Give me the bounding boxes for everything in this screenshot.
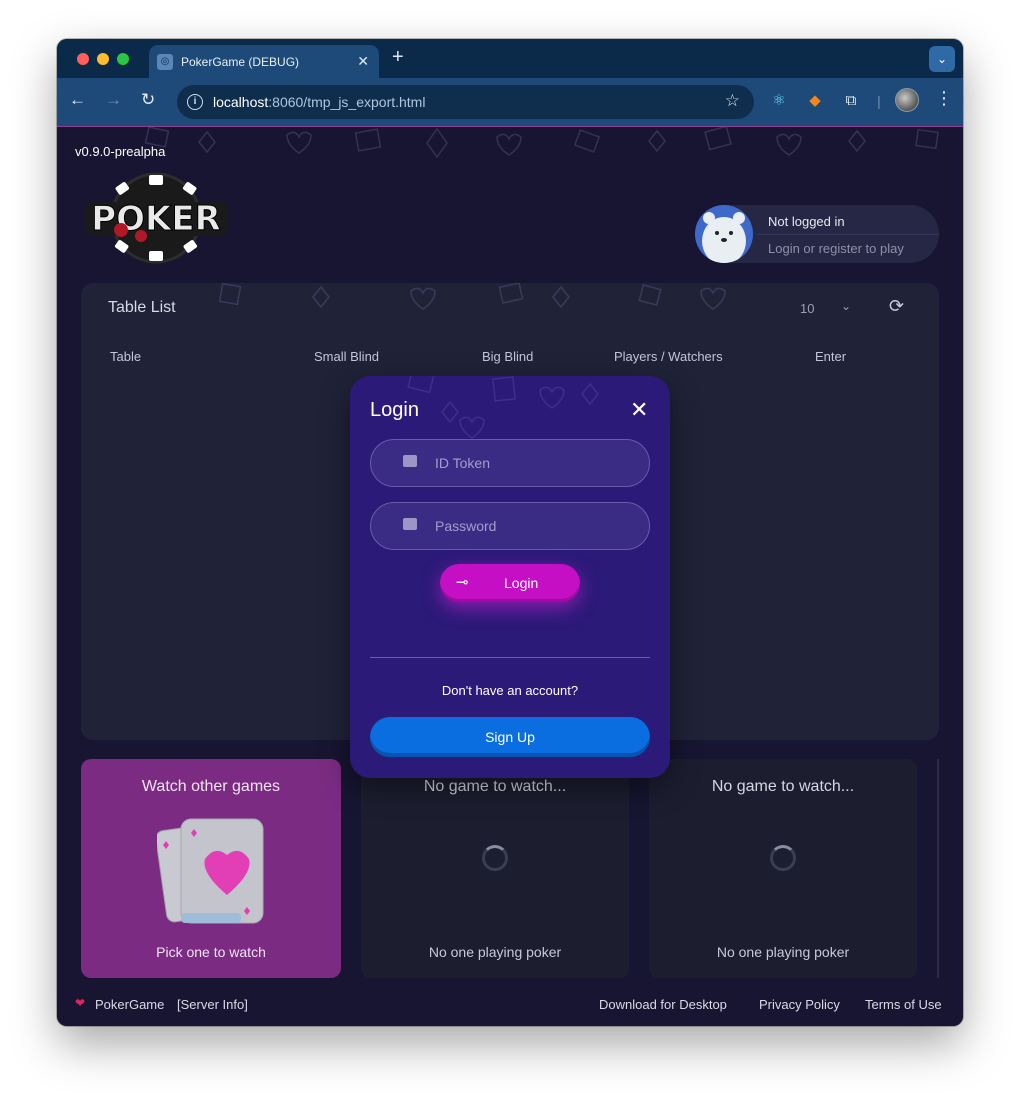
react-devtools-icon[interactable]: ⚛ xyxy=(769,91,789,111)
reload-icon[interactable]: ↻ xyxy=(141,90,155,110)
sign-up-button[interactable]: Sign Up xyxy=(370,717,650,757)
watch-slot-2[interactable]: No game to watch... No one playing poker xyxy=(649,759,917,978)
browser-menu-icon[interactable]: ⋮ xyxy=(935,88,953,109)
login-title: Login xyxy=(370,399,419,421)
envelope-icon xyxy=(403,455,417,467)
minimize-window-button[interactable] xyxy=(97,53,109,65)
terms-of-use-link[interactable]: Terms of Use xyxy=(865,997,942,1012)
loading-spinner-icon xyxy=(770,845,796,871)
tab-search-chevron-icon[interactable]: ⌄ xyxy=(929,46,955,72)
playing-cards-heart-icon xyxy=(157,818,264,924)
id-token-field[interactable] xyxy=(370,439,650,487)
back-arrow-icon[interactable]: ← xyxy=(69,90,86,110)
bookmark-star-icon[interactable]: ☆ xyxy=(725,91,740,111)
svg-text:POKER: POKER xyxy=(91,199,221,239)
watch-games-card[interactable]: Watch other games Pick one to watch xyxy=(81,759,341,978)
heart-icon: ❤ xyxy=(75,996,86,1010)
toolbar-separator: | xyxy=(877,93,881,109)
page-size-select[interactable]: 10 xyxy=(800,301,814,316)
login-hint-text[interactable]: Login or register to play xyxy=(768,241,904,256)
tab-title: PokerGame (DEBUG) xyxy=(181,55,300,69)
close-window-button[interactable] xyxy=(77,53,89,65)
chevron-down-icon[interactable]: ⌄ xyxy=(841,299,851,313)
close-icon[interactable]: ✕ xyxy=(630,398,648,422)
address-bar[interactable]: i localhost:8060/tmp_js_export.html ☆ xyxy=(177,85,754,119)
app-version: v0.9.0-prealpha xyxy=(75,144,166,159)
sign-up-label: Sign Up xyxy=(485,729,535,745)
url-text: localhost:8060/tmp_js_export.html xyxy=(213,94,426,110)
loading-spinner-icon xyxy=(482,845,508,871)
column-header-players-watchers: Players / Watchers xyxy=(614,349,723,364)
login-modal: Login ✕ ⊸ Login Don't have an account? S… xyxy=(350,376,670,778)
password-input[interactable] xyxy=(435,503,635,549)
login-button-label: Login xyxy=(504,575,539,591)
watch-slot-subtitle: No one playing poker xyxy=(428,944,562,960)
watch-slot-title: No game to watch... xyxy=(423,778,567,795)
envelope-icon xyxy=(403,518,417,530)
browser-toolbar: ← → ↻ i localhost:8060/tmp_js_export.htm… xyxy=(57,78,963,126)
extensions-puzzle-icon[interactable]: ⧉ xyxy=(841,91,861,111)
user-status-box[interactable]: Not logged in Login or register to play xyxy=(695,205,939,263)
watch-slot-title: No game to watch... xyxy=(711,778,855,795)
privacy-policy-link[interactable]: Privacy Policy xyxy=(759,997,840,1012)
login-status-text: Not logged in xyxy=(768,214,845,229)
godot-favicon-icon: ◎ xyxy=(157,54,173,70)
login-arrow-icon: ⊸ xyxy=(456,574,469,591)
watch-slot-1[interactable]: No game to watch... No one playing poker xyxy=(361,759,629,978)
table-list-title: Table List xyxy=(108,299,176,316)
watch-slot-3-edge xyxy=(937,759,939,978)
new-tab-button[interactable]: + xyxy=(392,47,404,67)
download-desktop-link[interactable]: Download for Desktop xyxy=(599,997,727,1012)
profile-avatar-icon[interactable] xyxy=(895,88,919,112)
watch-card-subtitle: Pick one to watch xyxy=(156,944,266,960)
footer: ❤ PokerGame [Server Info] Download for D… xyxy=(57,987,963,1026)
tab-close-icon[interactable]: ✕ xyxy=(357,53,369,70)
forward-arrow-icon[interactable]: → xyxy=(105,90,122,110)
refresh-icon[interactable]: ⟳ xyxy=(889,296,904,317)
poker-page: v0.9.0-prealpha POKER Not logged in Logi… xyxy=(57,126,963,1026)
watch-card-title: Watch other games xyxy=(141,778,281,795)
column-header-big-blind: Big Blind xyxy=(482,349,534,364)
site-info-icon[interactable]: i xyxy=(187,94,203,110)
no-account-text: Don't have an account? xyxy=(441,683,579,698)
id-token-input[interactable] xyxy=(435,440,635,486)
column-header-enter: Enter xyxy=(815,349,847,364)
tab-bar: ◎ PokerGame (DEBUG) ✕ + ⌄ xyxy=(57,39,963,78)
user-avatar[interactable] xyxy=(695,205,753,263)
modal-divider xyxy=(370,657,650,658)
metamask-fox-icon[interactable]: ◆ xyxy=(805,91,825,111)
column-header-table: Table xyxy=(110,349,142,364)
server-info-link[interactable]: [Server Info] xyxy=(177,997,248,1012)
password-field[interactable] xyxy=(370,502,650,550)
column-header-small-blind: Small Blind xyxy=(314,349,380,364)
user-divider xyxy=(757,234,939,235)
login-button[interactable]: ⊸ Login xyxy=(440,564,580,602)
poker-logo: POKER xyxy=(85,172,227,264)
browser-tab[interactable]: ◎ PokerGame (DEBUG) ✕ xyxy=(149,45,379,78)
maximize-window-button[interactable] xyxy=(117,53,129,65)
watch-slot-subtitle: No one playing poker xyxy=(716,944,850,960)
browser-window: ◎ PokerGame (DEBUG) ✕ + ⌄ ← → ↻ i localh… xyxy=(57,39,963,1026)
footer-brand: PokerGame xyxy=(95,997,165,1012)
